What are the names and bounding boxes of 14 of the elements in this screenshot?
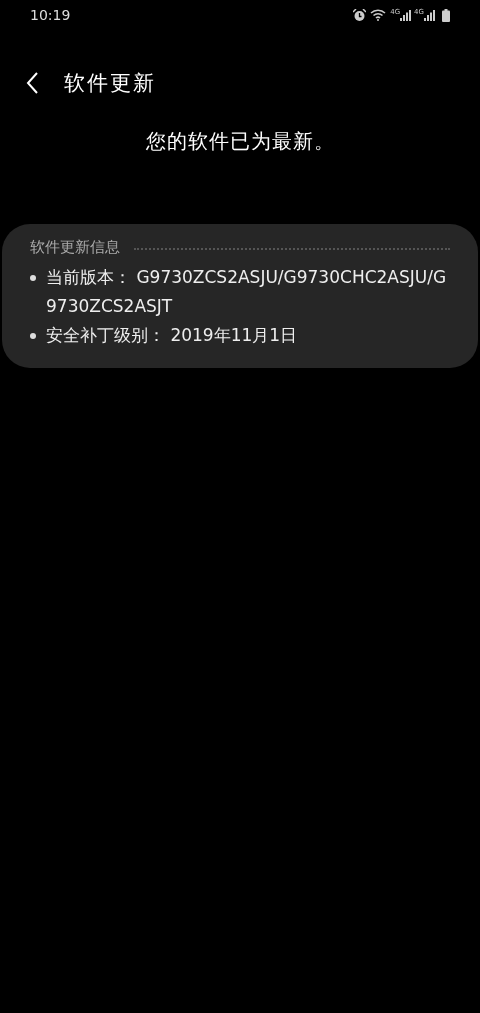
status-message: 您的软件已为最新。 [145,129,335,153]
alarm-icon [353,8,367,22]
battery-icon [442,8,450,22]
wifi-icon [370,9,387,21]
section-title: 软件更新信息 [30,238,120,257]
info-text: 当前版本： G9730ZCS2ASJU/G9730CHC2ASJU/G9730ZCS2ASJT [46,266,448,318]
info-text: 安全补丁级别： 2019年11月1日 [46,324,298,347]
bullet-icon [30,275,36,281]
status-time: 10:19 [30,7,72,23]
signal-icon [400,9,412,21]
bullet-icon [30,333,36,339]
signal-icon [424,9,435,21]
page-title: 软件更新 [64,70,156,97]
back-icon [26,72,38,94]
